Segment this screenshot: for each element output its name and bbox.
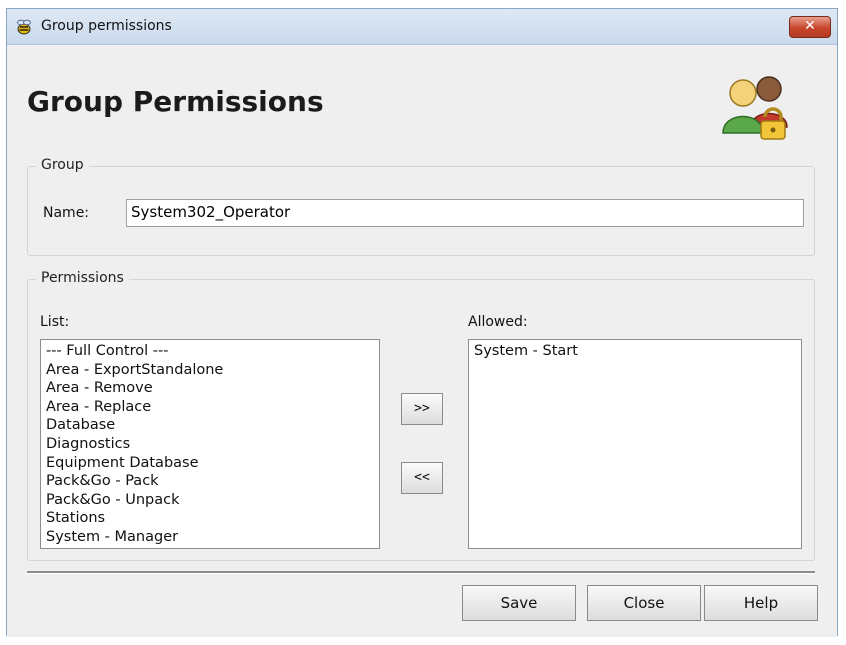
list-item[interactable]: Equipment Database <box>46 454 374 473</box>
list-item[interactable]: Stations <box>46 509 374 528</box>
group-permissions-window: Group permissions ✕ Group Permissions Gr… <box>6 8 838 637</box>
help-button[interactable]: Help <box>704 585 818 621</box>
list-item[interactable]: Pack&Go - Pack <box>46 472 374 491</box>
list-item[interactable]: Diagnostics <box>46 435 374 454</box>
group-legend: Group <box>36 157 89 173</box>
group-section: Group Name: System302_Operator <box>27 157 815 256</box>
permissions-legend: Permissions <box>36 270 129 286</box>
bee-icon <box>17 19 31 35</box>
users-lock-icon <box>722 76 788 140</box>
dialog-content: Group Permissions Group Name: System302_… <box>7 45 837 637</box>
allowed-permissions-list[interactable]: System - Start <box>468 339 802 549</box>
list-item[interactable]: Area - ExportStandalone <box>46 361 374 380</box>
available-permissions-list[interactable]: --- Full Control --- Area - ExportStanda… <box>40 339 380 549</box>
name-label: Name: <box>43 205 90 221</box>
remove-permission-button[interactable]: << <box>401 462 443 494</box>
window-close-button[interactable]: ✕ <box>789 16 831 38</box>
permissions-section: Permissions List: Allowed: --- Full Cont… <box>27 270 815 561</box>
save-button[interactable]: Save <box>462 585 576 621</box>
close-button[interactable]: Close <box>587 585 701 621</box>
name-field[interactable]: System302_Operator <box>126 199 804 227</box>
page-title: Group Permissions <box>27 85 324 118</box>
list-item[interactable]: Database <box>46 416 374 435</box>
add-permission-button[interactable]: >> <box>401 393 443 425</box>
title-bar[interactable]: Group permissions ✕ <box>7 9 837 45</box>
list-item[interactable]: System - Manager <box>46 528 374 547</box>
list-item[interactable]: Pack&Go - Unpack <box>46 491 374 510</box>
list-item[interactable]: Area - Replace <box>46 398 374 417</box>
allowed-label: Allowed: <box>468 314 528 330</box>
footer-separator <box>27 571 815 574</box>
list-item[interactable]: System - Start <box>474 342 796 361</box>
list-item[interactable]: --- Full Control --- <box>46 342 374 361</box>
list-label: List: <box>40 314 70 330</box>
list-item[interactable]: Area - Remove <box>46 379 374 398</box>
window-title: Group permissions <box>41 18 172 34</box>
